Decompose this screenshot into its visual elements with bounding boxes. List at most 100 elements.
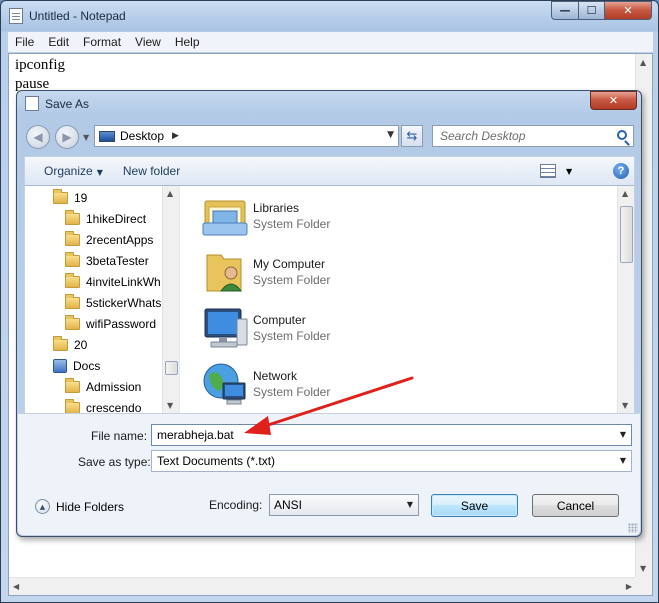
refresh-icon: ⇆: [406, 128, 418, 144]
refresh-button[interactable]: ⇆: [401, 125, 423, 147]
chevron-down-icon: ▼: [96, 168, 103, 177]
menu-help[interactable]: Help: [168, 35, 207, 49]
navigation-pane: 19 1hikeDirect 2recentApps 3betaTester 4…: [24, 186, 179, 413]
search-input[interactable]: [433, 126, 613, 146]
file-item-type: System Folder: [253, 329, 331, 343]
notepad-titlebar: Untitled - Notepad: [9, 6, 126, 26]
size-grip[interactable]: [628, 523, 638, 533]
collapse-icon: ▲: [35, 499, 50, 514]
menu-file[interactable]: File: [8, 35, 41, 49]
dialog-icon: [25, 96, 39, 111]
hide-folders-button[interactable]: ▲ Hide Folders: [35, 499, 124, 514]
notepad-icon: [9, 8, 23, 24]
file-item-computer[interactable]: Computer System Folder: [201, 303, 330, 353]
change-view-button[interactable]: ▼: [540, 164, 572, 178]
file-item-libraries[interactable]: Libraries System Folder: [201, 191, 330, 241]
navigation-scrollbar[interactable]: ▲ ▼: [162, 186, 179, 413]
tree-item[interactable]: 19: [53, 188, 87, 208]
notepad-title: Untitled - Notepad: [29, 9, 126, 23]
tree-item[interactable]: Admission: [65, 377, 141, 397]
search-icon[interactable]: [617, 130, 627, 140]
views-icon: [540, 164, 556, 178]
tree-item-label: Admission: [86, 380, 142, 394]
file-item-name: Network: [253, 369, 298, 383]
scroll-up-icon[interactable]: ▲: [622, 189, 628, 198]
scroll-left-icon[interactable]: ◀: [13, 582, 19, 591]
back-arrow-icon: ◀: [33, 130, 43, 144]
size-grip[interactable]: [635, 577, 652, 595]
close-button[interactable]: ✕: [604, 1, 652, 20]
scroll-thumb[interactable]: [165, 361, 178, 375]
organize-button[interactable]: Organize ▼: [34, 164, 113, 178]
file-list-scrollbar[interactable]: ▲ ▼: [617, 186, 634, 413]
folder-icon: [65, 252, 80, 267]
file-name-label: File name:: [91, 429, 148, 443]
cancel-button[interactable]: Cancel: [532, 494, 619, 517]
tree-item[interactable]: 1hikeDirect: [65, 209, 146, 229]
chevron-down-icon[interactable]: ▼: [620, 430, 626, 439]
save-type-select[interactable]: Text Documents (*.txt) ▼: [151, 450, 632, 472]
editor-line: ipconfig: [15, 57, 65, 73]
folder-icon: [65, 294, 80, 309]
hide-folders-label: Hide Folders: [56, 499, 125, 514]
tree-item[interactable]: 5stickerWhats: [65, 293, 161, 313]
user-folder-icon: [206, 254, 242, 292]
computer-icon: [204, 308, 248, 348]
tree-item[interactable]: crescendo: [65, 398, 141, 413]
tree-item[interactable]: 2recentApps: [65, 230, 153, 250]
address-dropdown-icon[interactable]: ▼: [387, 130, 394, 140]
horizontal-scrollbar[interactable]: ◀ ▶: [9, 577, 636, 595]
network-icon: [203, 363, 246, 405]
folder-icon: [53, 189, 68, 204]
organize-label: Organize: [44, 164, 93, 178]
tree-item[interactable]: Docs: [53, 356, 100, 376]
tree-item[interactable]: wifiPassword: [65, 314, 156, 334]
scroll-down-icon[interactable]: ▼: [622, 401, 628, 410]
tree-item[interactable]: 20: [53, 335, 87, 355]
tree-item-label: 4inviteLinkWh: [86, 275, 161, 289]
breadcrumb-chevron-icon[interactable]: ▶: [172, 131, 179, 141]
dialog-close-button[interactable]: ✕: [590, 91, 637, 110]
address-location[interactable]: Desktop: [120, 129, 164, 143]
tree-item[interactable]: 3betaTester: [65, 251, 149, 271]
tree-item-label: Docs: [73, 359, 101, 373]
back-button[interactable]: ◀: [26, 125, 50, 149]
search-box[interactable]: [432, 125, 634, 147]
forward-button[interactable]: ▶: [55, 125, 79, 149]
scroll-up-icon[interactable]: ▲: [640, 58, 646, 67]
new-folder-button[interactable]: New folder: [113, 164, 190, 178]
scroll-right-icon[interactable]: ▶: [626, 582, 632, 591]
maximize-button[interactable]: ☐: [578, 1, 605, 20]
command-bar: Organize ▼ New folder ▼ ?: [24, 156, 635, 186]
file-name-value[interactable]: merabheja.bat: [152, 428, 234, 442]
encoding-label: Encoding:: [209, 498, 263, 512]
scroll-thumb[interactable]: [620, 206, 633, 263]
save-type-label: Save as type:: [78, 455, 151, 469]
scroll-up-icon[interactable]: ▲: [167, 189, 173, 198]
scroll-down-icon[interactable]: ▼: [640, 564, 646, 573]
file-item-type: System Folder: [253, 217, 331, 231]
save-button[interactable]: Save: [431, 494, 518, 517]
minimize-button[interactable]: —: [551, 1, 579, 20]
folder-icon: [53, 336, 68, 351]
address-bar[interactable]: Desktop ▶ ▼: [94, 125, 399, 147]
file-name-field[interactable]: merabheja.bat ▼: [151, 424, 632, 446]
folder-icon: [65, 378, 80, 393]
scroll-down-icon[interactable]: ▼: [167, 401, 173, 410]
encoding-select[interactable]: ANSI ▼: [269, 494, 419, 516]
menu-view[interactable]: View: [128, 35, 168, 49]
recent-locations-chevron-icon[interactable]: ▼: [83, 133, 89, 142]
file-item-my-computer[interactable]: My Computer System Folder: [201, 247, 330, 297]
folder-icon: [65, 273, 80, 288]
tree-item-label: 20: [74, 338, 88, 352]
help-button[interactable]: ?: [613, 163, 629, 179]
chevron-down-icon: ▼: [566, 166, 573, 176]
menu-edit[interactable]: Edit: [41, 35, 76, 49]
file-item-network[interactable]: Network System Folder: [201, 359, 330, 409]
dialog-titlebar: Save As: [25, 96, 89, 111]
tree-item[interactable]: 4inviteLinkWh: [65, 272, 161, 292]
file-item-type: System Folder: [253, 385, 331, 399]
tree-item-label: crescendo: [86, 401, 142, 413]
menu-format[interactable]: Format: [76, 35, 128, 49]
file-item-type: System Folder: [253, 273, 331, 287]
